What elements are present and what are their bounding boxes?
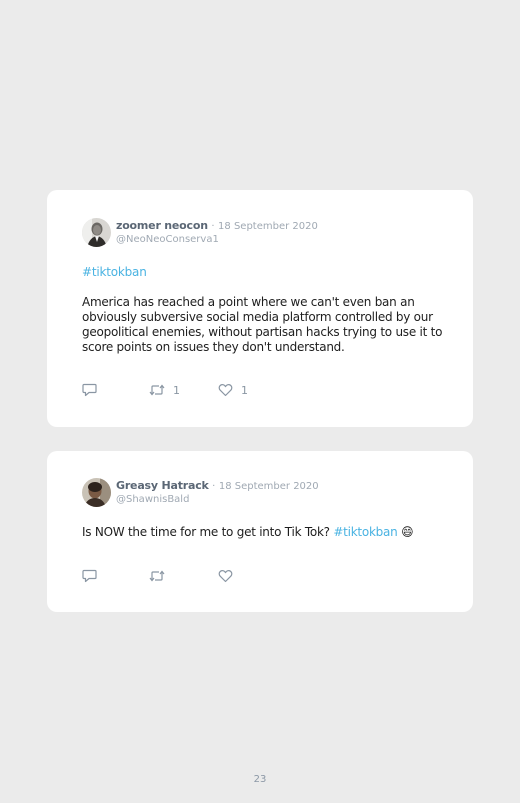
tweet-meta: zoomer neocon · 18 September 2020 @NeoNe…	[116, 219, 318, 246]
reply-button[interactable]	[82, 382, 97, 398]
retweet-icon	[149, 570, 165, 582]
tweet-actions	[82, 568, 382, 584]
user-handle[interactable]: @NeoNeoConserva1	[116, 233, 318, 246]
hashtag-link[interactable]: #tiktokban	[82, 265, 147, 279]
avatar[interactable]	[82, 478, 111, 507]
retweet-count: 1	[173, 383, 180, 397]
reply-button[interactable]	[82, 568, 97, 584]
user-handle[interactable]: @ShawnisBald	[116, 493, 319, 506]
separator: ·	[211, 221, 215, 232]
tweet-date[interactable]: 18 September 2020	[219, 481, 319, 492]
heart-icon	[218, 384, 233, 397]
tweet-card: Greasy Hatrack · 18 September 2020 @Shaw…	[47, 451, 473, 612]
display-name[interactable]: Greasy Hatrack	[116, 479, 209, 492]
like-count: 1	[241, 383, 248, 397]
tweet-actions: 1 1	[82, 382, 382, 398]
like-button[interactable]: 1	[218, 382, 248, 398]
retweet-button[interactable]: 1	[149, 382, 180, 398]
display-name[interactable]: zoomer neocon	[116, 219, 208, 232]
separator: ·	[212, 481, 216, 492]
grinning-emoji: 😄	[401, 525, 414, 539]
retweet-button[interactable]	[149, 568, 165, 584]
tweet-card: zoomer neocon · 18 September 2020 @NeoNe…	[47, 190, 473, 427]
hashtag-link[interactable]: #tiktokban	[333, 525, 397, 539]
tweet-meta: Greasy Hatrack · 18 September 2020 @Shaw…	[116, 479, 319, 506]
reply-icon	[82, 569, 97, 583]
heart-icon	[218, 570, 233, 583]
tweet-date[interactable]: 18 September 2020	[218, 221, 318, 232]
like-button[interactable]	[218, 568, 233, 584]
page-number: 23	[253, 774, 267, 785]
tweet-text: Is NOW the time for me to get into Tik T…	[82, 525, 330, 539]
reply-icon	[82, 383, 97, 397]
tweet-text: America has reached a point where we can…	[82, 295, 443, 354]
tweet-text-block: Is NOW the time for me to get into Tik T…	[82, 525, 452, 540]
avatar[interactable]	[82, 218, 111, 247]
retweet-icon	[149, 384, 165, 396]
